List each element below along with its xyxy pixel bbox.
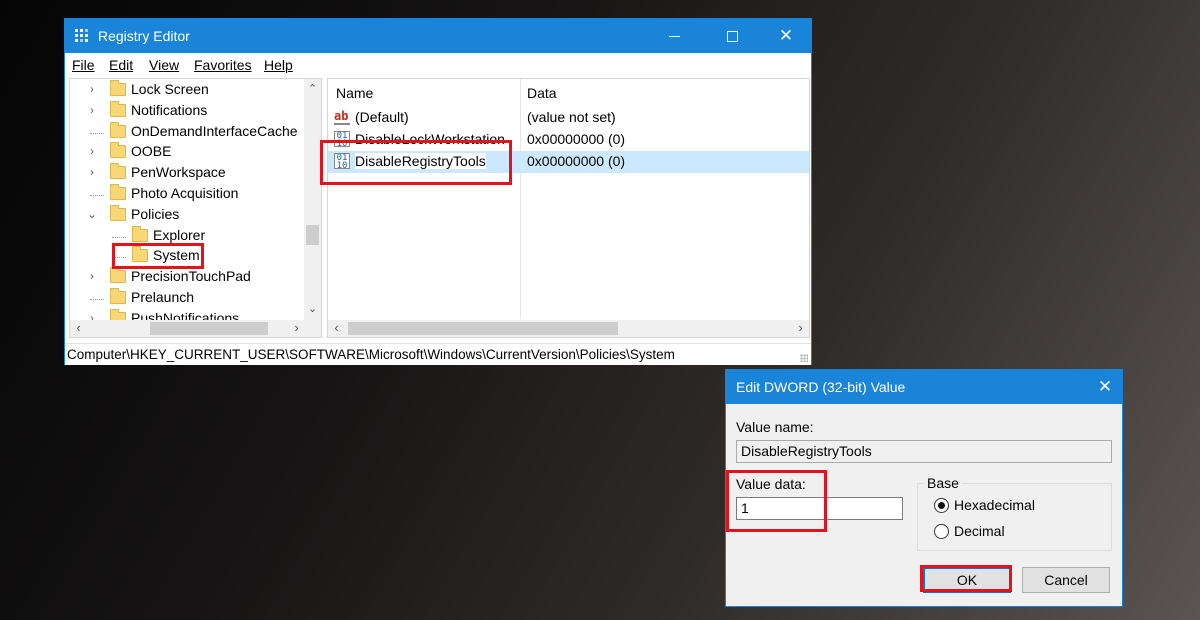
highlight-box-value-data (726, 470, 827, 532)
folder-icon (110, 184, 126, 200)
folder-icon (110, 100, 126, 117)
value-row-default[interactable]: ab (Default) (value not set) (328, 107, 809, 129)
value-name-label: Value name: (736, 419, 814, 435)
menu-help[interactable]: Help (264, 57, 293, 73)
scroll-left-icon[interactable]: ‹ (328, 320, 345, 337)
tree-item-label: OnDemandInterfaceCache (131, 122, 298, 139)
scroll-thumb[interactable] (306, 225, 319, 245)
menu-view[interactable]: View (149, 57, 179, 73)
tree-item-label: Policies (131, 205, 180, 222)
tree-item-ondemandinterfacecache[interactable]: OnDemandInterfaceCache (86, 121, 306, 143)
tree-item-label: OOBE (131, 143, 172, 160)
close-button[interactable]: ✕ (761, 19, 811, 53)
scroll-left-icon[interactable]: ‹ (70, 320, 87, 337)
tree-item-oobe[interactable]: › OOBE (86, 142, 306, 163)
folder-icon (110, 288, 126, 304)
folder-icon (110, 80, 126, 96)
menu-file[interactable]: File (72, 57, 95, 73)
maximize-icon (726, 30, 738, 42)
folder-icon (110, 121, 126, 138)
tree-item-policies[interactable]: ⌄ Policies (86, 204, 306, 226)
minimize-button[interactable] (649, 19, 699, 53)
base-group-title: Base (924, 475, 962, 491)
resize-grip-icon[interactable] (800, 354, 808, 362)
tree-connector (90, 132, 104, 134)
close-icon: ✕ (778, 26, 794, 45)
close-icon[interactable]: ✕ (1088, 370, 1122, 404)
highlight-box-system-key (112, 243, 204, 269)
tree-item-precisiontouchpad[interactable]: › PrecisionTouchPad (86, 267, 306, 288)
radio-label: Hexadecimal (954, 497, 1035, 513)
radio-label: Decimal (954, 523, 1005, 539)
collapse-arrow-icon[interactable]: ⌄ (86, 207, 98, 221)
column-header-name[interactable]: Name (336, 85, 373, 101)
radio-unselected-icon[interactable] (934, 524, 949, 539)
tree-item-label: Prelaunch (131, 289, 195, 305)
base-groupbox (917, 483, 1112, 551)
tree-item-prelaunch[interactable]: Prelaunch (86, 288, 306, 309)
column-header-data[interactable]: Data (527, 85, 557, 101)
value-list-pane[interactable]: Name Data ab (Default) (value not set) 0… (327, 78, 810, 338)
registry-path: Computer\HKEY_CURRENT_USER\SOFTWARE\Micr… (67, 347, 675, 362)
tree-item-label: PenWorkspace (131, 164, 226, 181)
tree-connector (112, 236, 126, 238)
value-name-field[interactable]: DisableRegistryTools (736, 440, 1112, 463)
dialog-title: Edit DWORD (32-bit) Value (736, 379, 906, 395)
folder-icon (110, 204, 126, 221)
registry-editor-icon (75, 29, 89, 43)
tree-item-label: Notifications (131, 101, 208, 118)
expand-arrow-icon[interactable]: › (86, 82, 98, 96)
scroll-right-icon[interactable]: › (288, 320, 305, 337)
scroll-thumb[interactable] (348, 322, 618, 335)
string-value-icon: ab (334, 109, 350, 125)
tree-connector (90, 299, 104, 300)
tree-item-label: Explorer (153, 226, 206, 243)
highlight-box-ok (920, 565, 1012, 592)
window-title: Registry Editor (98, 28, 190, 44)
maximize-button[interactable] (707, 19, 757, 53)
tree-vertical-scrollbar[interactable]: ⌃ ⌄ (304, 79, 321, 337)
menu-bar: File Edit View Favorites Help (65, 53, 811, 77)
tree-item-photo-acquisition[interactable]: Photo Acquisition (86, 184, 306, 205)
menu-favorites[interactable]: Favorites (194, 57, 252, 73)
status-bar: Computer\HKEY_CURRENT_USER\SOFTWARE\Micr… (65, 343, 811, 365)
folder-icon (110, 142, 126, 159)
expand-arrow-icon[interactable]: › (86, 144, 98, 158)
expand-arrow-icon[interactable]: › (86, 103, 98, 117)
highlight-box-value (320, 140, 512, 185)
title-bar[interactable]: Registry Editor ✕ (65, 19, 811, 53)
scroll-down-icon[interactable]: ⌄ (304, 301, 321, 318)
tree-item-penworkspace[interactable]: › PenWorkspace (86, 163, 306, 184)
value-data: 0x00000000 (0) (527, 131, 626, 147)
menu-edit[interactable]: Edit (109, 57, 133, 73)
minimize-icon (668, 35, 680, 37)
tree-connector (90, 195, 104, 196)
dialog-title-bar[interactable]: Edit DWORD (32-bit) Value ✕ (726, 370, 1122, 404)
expand-arrow-icon[interactable]: › (86, 165, 98, 179)
expand-arrow-icon[interactable]: › (86, 269, 98, 283)
tree-horizontal-scrollbar[interactable]: ‹ › (70, 320, 305, 337)
value-data: (value not set) (527, 109, 616, 125)
registry-editor-window: Registry Editor ✕ File Edit View Favorit… (64, 18, 812, 365)
folder-icon (110, 163, 126, 180)
value-horizontal-scrollbar[interactable]: ‹ › (328, 320, 809, 337)
tree-item-label: Photo Acquisition (131, 185, 239, 201)
tree-item-lock-screen[interactable]: › Lock Screen (86, 80, 306, 101)
scroll-thumb[interactable] (150, 322, 268, 335)
folder-icon (132, 225, 148, 242)
cancel-button[interactable]: Cancel (1022, 567, 1110, 593)
scroll-right-icon[interactable]: › (792, 320, 809, 337)
radio-selected-icon[interactable] (934, 498, 949, 513)
key-tree-pane[interactable]: › Lock Screen › Notifications OnDemandIn… (69, 78, 322, 338)
scroll-up-icon[interactable]: ⌃ (304, 81, 321, 98)
value-data: 0x00000000 (0) (527, 153, 626, 169)
value-name: (Default) (355, 109, 409, 125)
tree-item-label: PrecisionTouchPad (131, 268, 251, 285)
folder-icon (110, 267, 126, 284)
tree-item-label: Lock Screen (131, 81, 209, 97)
tree-item-notifications[interactable]: › Notifications (86, 100, 306, 122)
